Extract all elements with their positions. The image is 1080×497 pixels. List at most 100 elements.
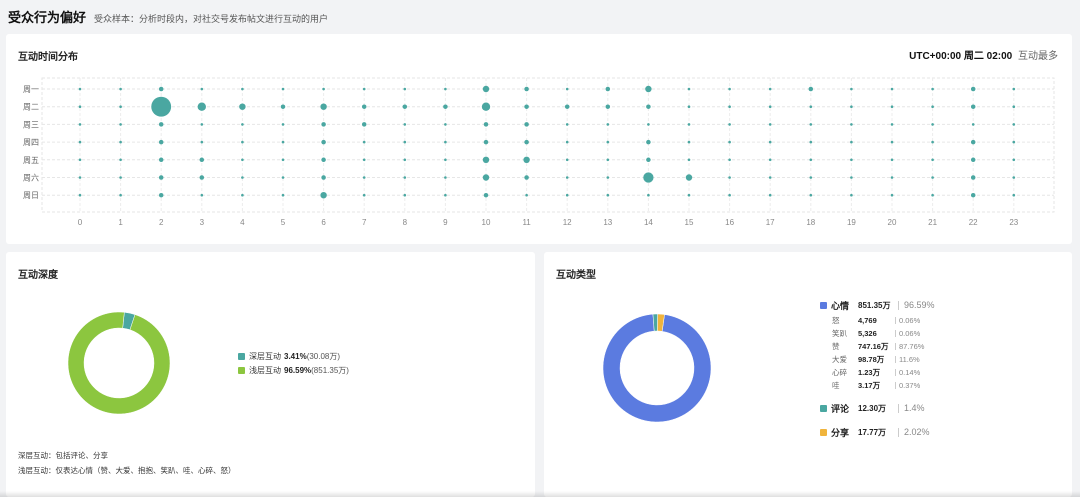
bubble-point: [362, 87, 366, 91]
bubble-point: [241, 176, 244, 179]
mood-sub-row: 笑趴 5,326 0.06%: [820, 328, 960, 338]
bubble-point: [687, 123, 691, 126]
bubble-point: [931, 176, 934, 179]
bubble-point: [931, 105, 934, 108]
bubble-point: [687, 193, 691, 197]
divider: [895, 316, 896, 324]
bubble-point: [241, 87, 244, 91]
bubble-point: [482, 156, 490, 164]
sub-pct: 87.76%: [899, 341, 925, 351]
x-tick-label: 5: [281, 218, 286, 227]
comment-value: 12.30万: [858, 403, 887, 413]
bubble-point: [890, 193, 894, 197]
divider: [898, 403, 899, 413]
bubble-point: [119, 87, 122, 91]
sub-pct: 11.6%: [899, 354, 920, 364]
mood-sub-row: 赞 747.16万 87.76%: [820, 341, 960, 351]
sub-name: 赞: [832, 341, 840, 351]
bubble-point: [687, 105, 691, 108]
bubble-point: [78, 87, 82, 91]
bubble-point: [362, 176, 366, 179]
bubble-point: [890, 140, 894, 144]
divider: [898, 300, 899, 310]
bubble-point: [524, 86, 529, 92]
bubble-point: [241, 158, 244, 162]
bubble-point: [850, 87, 853, 91]
bubble-point: [971, 123, 975, 126]
y-tick-label: 周三: [23, 120, 39, 129]
x-tick-label: 4: [240, 218, 245, 227]
bubble-point: [321, 139, 326, 145]
bubble-point: [970, 139, 976, 145]
y-tick-label: 周六: [23, 173, 39, 183]
bubble-point: [768, 158, 772, 162]
divider: [898, 427, 899, 437]
type-donut-chart: [602, 313, 712, 423]
bubble-point: [565, 193, 569, 197]
bubble-point: [151, 96, 172, 117]
mood-pct: 96.59%: [904, 300, 935, 310]
bubble-chart: 周一周二周三周四周五周六周日0 1 2 3 4 5 6 7 8 9 10 11 12 13 14 15 16 17…: [23, 77, 1055, 227]
divider: [895, 329, 896, 337]
bubble-point: [687, 158, 691, 162]
deep-swatch: [238, 353, 245, 360]
bubble-point: [241, 123, 244, 126]
bubble-point: [281, 176, 285, 179]
bubble-point: [890, 158, 894, 162]
type-legend-comment[interactable]: 评论 12.30万 1.4%: [820, 402, 960, 414]
bubble-point: [78, 140, 82, 144]
bubble-point: [320, 103, 327, 110]
deep-definition-note: 深层互动：包括评论、分享: [18, 451, 108, 460]
bubble-point: [890, 176, 894, 179]
deep-name: 深层互动: [249, 352, 281, 361]
sub-value: 98.78万: [858, 354, 885, 364]
depth-legend-deep[interactable]: 深层互动 3.41% (30.08万): [238, 351, 340, 362]
bubble-point: [321, 122, 326, 127]
type-legend-mood[interactable]: 心情 851.35万 96.59%: [820, 299, 960, 311]
bubble-point: [1012, 176, 1016, 179]
bubble-point: [728, 140, 731, 144]
bubble-point: [809, 158, 813, 162]
bubble-point: [565, 87, 569, 91]
bubble-point: [643, 172, 654, 183]
x-tick-label: 6: [321, 218, 326, 227]
bubble-point: [646, 104, 651, 109]
bubble-point: [483, 139, 489, 145]
x-tick-label: 18: [806, 218, 815, 227]
bubble-point: [239, 103, 246, 110]
bubble-point: [321, 157, 326, 163]
bubble-point: [1012, 158, 1016, 162]
mood-sub-row: 怒 4,769 0.06%: [820, 315, 960, 325]
bubble-point: [443, 104, 448, 109]
mood-sub-row: 心碎 1.23万 0.14%: [820, 367, 960, 377]
bubble-point: [728, 105, 731, 108]
bubble-point: [809, 105, 813, 108]
x-tick-label: 1: [118, 218, 123, 227]
bubble-point: [768, 105, 772, 108]
bubble-point: [1012, 193, 1016, 197]
bubble-point: [931, 158, 934, 162]
x-tick-label: 7: [362, 218, 367, 227]
bubble-point: [808, 86, 814, 92]
bubble-point: [119, 176, 122, 179]
depth-legend-shallow[interactable]: 浅层互动 96.59% (851.35万): [238, 365, 349, 376]
x-tick-label: 2: [159, 218, 164, 227]
bubble-point: [768, 140, 772, 144]
mood-sub-row: 哇 3.17万 0.37%: [820, 380, 960, 390]
bubble-point: [78, 123, 82, 126]
divider: [895, 368, 896, 376]
bubble-point: [199, 157, 205, 163]
bubble-point: [564, 104, 570, 109]
sub-pct: 0.37%: [899, 380, 921, 390]
bubble-point: [931, 87, 934, 91]
bubble-point: [850, 140, 853, 144]
bubble-point: [850, 193, 853, 197]
sub-value: 3.17万: [858, 380, 881, 390]
bubble-point: [647, 193, 650, 197]
type-legend-share[interactable]: 分享 17.77万 2.02%: [820, 426, 960, 438]
bubble-point: [403, 176, 407, 179]
shallow-name: 浅层互动: [249, 366, 281, 375]
x-tick-label: 8: [403, 218, 408, 227]
bubble-point: [119, 193, 122, 197]
bubble-point: [200, 193, 204, 197]
